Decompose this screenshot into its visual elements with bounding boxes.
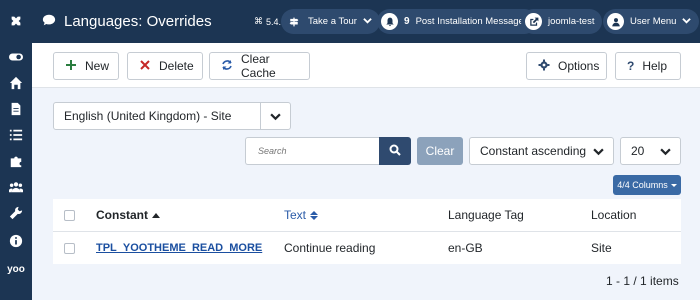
search-button[interactable] [379,137,411,165]
language-select[interactable]: English (United Kingdom) - Site [53,102,291,130]
user-icon [607,13,624,30]
select-all-checkbox[interactable] [64,199,75,231]
external-link-icon [525,13,542,30]
new-label: New [85,59,110,73]
home-icon[interactable] [0,70,32,96]
language-select-value: English (United Kingdom) - Site [64,109,232,123]
post-installation-messages-button[interactable]: 9 Post Installation Messages [377,9,537,34]
take-tour-button[interactable]: Take a Tour [281,9,380,34]
help-button[interactable]: ? Help [615,52,681,80]
toolbar: New Delete Clear Cache Options ? Help [32,43,700,88]
sidebar: yoo [0,0,32,300]
file-icon[interactable] [0,96,32,122]
pagination-info: 1 - 1 / 1 items [606,274,679,288]
table-row: TPL_YOOTHEME_READ_MORE Continue reading … [53,232,681,264]
messages-label: Post Installation Messages [415,16,529,27]
row-language-tag: en-GB [448,241,483,255]
column-constant-label: Constant [96,208,148,222]
row-location: Site [591,241,612,255]
comment-icon [42,13,56,31]
column-text-label: Text [284,208,307,222]
table-header: Constant Text Language Tag Location [53,199,681,232]
limit-select-value: 20 [631,144,645,158]
chevron-down-icon [583,138,613,164]
chevron-down-icon [260,103,290,129]
delete-button[interactable]: Delete [127,52,203,80]
page-title-text: Languages: Overrides [64,13,212,30]
clear-cache-label: Clear Cache [241,52,276,80]
row-text: Continue reading [284,241,376,255]
question-icon: ? [627,59,635,73]
columns-label: 4/4 Columns [617,180,668,190]
yoo-icon[interactable]: yoo [0,256,32,282]
column-location: Location [591,208,637,222]
caret-down-icon [670,183,677,187]
users-icon[interactable] [0,174,32,200]
delete-label: Delete [159,59,194,73]
overrides-table: Constant Text Language Tag Location TPL_… [53,199,681,264]
chevron-down-icon [650,138,680,164]
page-title: Languages: Overrides [42,0,212,43]
columns-button[interactable]: 4/4 Columns [613,175,681,195]
gear-icon [538,59,550,74]
options-button[interactable]: Options [526,52,607,80]
refresh-icon [221,59,233,74]
wrench-icon[interactable] [0,200,32,226]
view-site-button[interactable]: joomla-test [521,9,603,34]
site-label: joomla-test [548,16,595,27]
top-header: Languages: Overrides ⌘ 5.4.1 Take a Tour… [32,0,700,43]
plus-icon [65,59,77,74]
signpost-icon [285,13,302,30]
chevron-down-icon [682,16,692,28]
new-button[interactable]: New [53,52,119,80]
sort-icon [310,210,319,220]
take-tour-label: Take a Tour [308,16,357,27]
user-menu-label: User Menu [630,16,677,27]
sort-select[interactable]: Constant ascending [469,137,614,165]
bell-icon [381,13,398,30]
limit-select[interactable]: 20 [620,137,681,165]
clear-button[interactable]: Clear [417,137,463,165]
joomla-small-icon: ⌘ [254,16,263,26]
joomla-logo-icon[interactable] [0,8,32,34]
help-label: Help [642,59,668,73]
row-checkbox[interactable] [64,232,75,264]
messages-count: 9 [404,16,410,27]
close-icon [139,59,151,74]
user-menu-button[interactable]: User Menu [603,9,700,34]
puzzle-icon[interactable] [0,148,32,174]
info-icon[interactable] [0,228,32,254]
options-label: Options [558,59,600,73]
column-language-tag: Language Tag [448,208,524,222]
column-constant[interactable]: Constant [96,199,160,231]
constant-link[interactable]: TPL_YOOTHEME_READ_MORE [96,232,262,264]
sort-ascending-icon [152,212,160,218]
column-text[interactable]: Text [284,199,319,231]
clear-cache-button[interactable]: Clear Cache [209,52,310,80]
list-icon[interactable] [0,122,32,148]
sort-select-value: Constant ascending [480,144,587,158]
search-input[interactable] [245,137,379,165]
toggle-icon[interactable] [0,44,32,70]
search-icon [389,144,401,159]
chevron-down-icon [363,16,372,28]
